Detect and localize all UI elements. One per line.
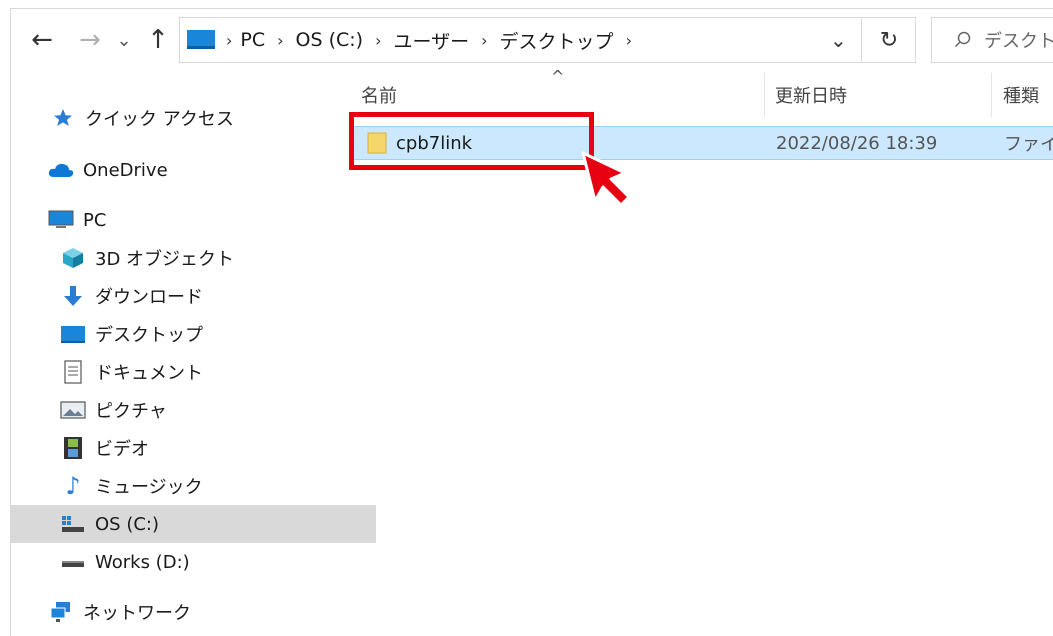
- up-button[interactable]: ↑: [141, 23, 175, 57]
- sort-ascending-icon: ^: [551, 67, 565, 86]
- desktop-icon: [59, 322, 87, 346]
- sidebar-item-label: Works (D:): [95, 551, 190, 573]
- file-modified: 2022/08/26 18:39: [776, 132, 938, 154]
- column-label: 名前: [361, 86, 397, 107]
- refresh-button[interactable]: ↻: [861, 18, 916, 62]
- column-label: 種類: [1003, 86, 1039, 107]
- sidebar-item-network[interactable]: ネットワーク: [11, 593, 364, 631]
- star-pin-icon: [49, 106, 77, 130]
- pointer-arrow-icon: [581, 151, 631, 207]
- film-strip-icon: [59, 436, 87, 460]
- sidebar-item-label: クイック アクセス: [85, 109, 234, 130]
- sidebar-item-os-c[interactable]: OS (C:): [11, 505, 376, 543]
- sidebar-item-desktop[interactable]: デスクトップ: [11, 315, 376, 353]
- sidebar-item-quick-access[interactable]: クイック アクセス: [11, 99, 366, 137]
- sidebar-item-label: OS (C:): [95, 513, 159, 535]
- column-label: 更新日時: [775, 86, 847, 107]
- breadcrumb-pc[interactable]: PC: [240, 29, 265, 51]
- music-note-icon: ♪: [65, 472, 81, 500]
- navigation-pane: クイック アクセス OneDrive PC 3D オブジェクト ダウンロード デ…: [11, 77, 376, 636]
- back-arrow-icon: ←: [31, 25, 53, 55]
- sidebar-item-documents[interactable]: ドキュメント: [11, 353, 376, 391]
- search-box[interactable]: デスクト: [931, 17, 1053, 63]
- column-header-modified[interactable]: 更新日時: [775, 75, 995, 115]
- sidebar-item-label: OneDrive: [83, 159, 168, 181]
- sidebar-item-label: 3D オブジェクト: [95, 249, 235, 270]
- column-divider[interactable]: [991, 73, 992, 117]
- file-row[interactable]: cpb7link 2022/08/26 18:39 ファイル: [351, 126, 1053, 160]
- pc-monitor-icon: [47, 208, 75, 232]
- cube-3d-icon: [59, 246, 87, 270]
- sidebar-item-label: ダウンロード: [95, 287, 203, 308]
- cloud-icon: [47, 158, 75, 182]
- forward-arrow-icon: →: [79, 25, 101, 55]
- sidebar-item-label: PC: [83, 209, 107, 231]
- back-button[interactable]: ←: [25, 23, 59, 57]
- download-arrow-icon: [59, 284, 87, 308]
- chevron-right-icon[interactable]: ›: [481, 31, 487, 50]
- sidebar-item-label: ミュージック: [95, 477, 203, 498]
- sidebar-item-works-d[interactable]: Works (D:): [11, 543, 376, 581]
- system-drive-icon: [59, 512, 87, 536]
- chevron-right-icon[interactable]: ›: [375, 31, 381, 50]
- sidebar-item-label: ネットワーク: [83, 603, 191, 624]
- breadcrumb-os-c[interactable]: OS (C:): [296, 29, 364, 51]
- sidebar-item-label: ピクチャ: [95, 401, 167, 422]
- chevron-right-icon[interactable]: ›: [277, 31, 283, 50]
- refresh-icon: ↻: [879, 27, 899, 53]
- sidebar-item-label: デスクトップ: [95, 325, 203, 346]
- up-arrow-icon: ↑: [147, 25, 169, 55]
- chevron-down-icon: ⌄: [116, 29, 132, 51]
- explorer-window: ← → ⌄ ↑ › PC › OS (C:) › ユーザー › デスクトップ ›…: [10, 8, 1053, 636]
- column-divider[interactable]: [764, 73, 765, 117]
- forward-button[interactable]: →: [73, 23, 107, 57]
- pc-monitor-icon: [186, 28, 216, 52]
- chevron-right-icon: ›: [226, 30, 233, 50]
- file-type: ファイル: [1004, 134, 1053, 155]
- chevron-right-icon[interactable]: ›: [626, 31, 632, 50]
- address-bar[interactable]: › PC › OS (C:) › ユーザー › デスクトップ › ⌄: [179, 17, 916, 63]
- sidebar-item-music[interactable]: ♪ ミュージック: [11, 467, 376, 505]
- file-name: cpb7link: [396, 132, 473, 154]
- sidebar-item-pictures[interactable]: ピクチャ: [11, 391, 376, 429]
- sidebar-item-onedrive[interactable]: OneDrive: [11, 151, 364, 189]
- breadcrumb-users[interactable]: ユーザー: [394, 27, 470, 54]
- sidebar-item-videos[interactable]: ビデオ: [11, 429, 376, 467]
- recent-locations-button[interactable]: ⌄: [111, 23, 137, 57]
- column-header-type[interactable]: 種類: [1003, 75, 1053, 115]
- sidebar-item-3d-objects[interactable]: 3D オブジェクト: [11, 239, 376, 277]
- folder-icon: [366, 131, 388, 159]
- search-placeholder: デスクト: [984, 31, 1053, 52]
- search-icon: [954, 31, 972, 49]
- network-icon: [47, 600, 75, 624]
- drive-icon: [59, 550, 87, 574]
- sidebar-item-label: ドキュメント: [95, 363, 203, 384]
- picture-icon: [59, 398, 87, 422]
- document-icon: [59, 360, 87, 384]
- sidebar-item-pc[interactable]: PC: [11, 201, 364, 239]
- breadcrumb-desktop[interactable]: デスクトップ: [500, 27, 614, 54]
- address-dropdown-button[interactable]: ⌄: [830, 28, 847, 52]
- sidebar-item-downloads[interactable]: ダウンロード: [11, 277, 376, 315]
- sidebar-item-label: ビデオ: [95, 439, 149, 460]
